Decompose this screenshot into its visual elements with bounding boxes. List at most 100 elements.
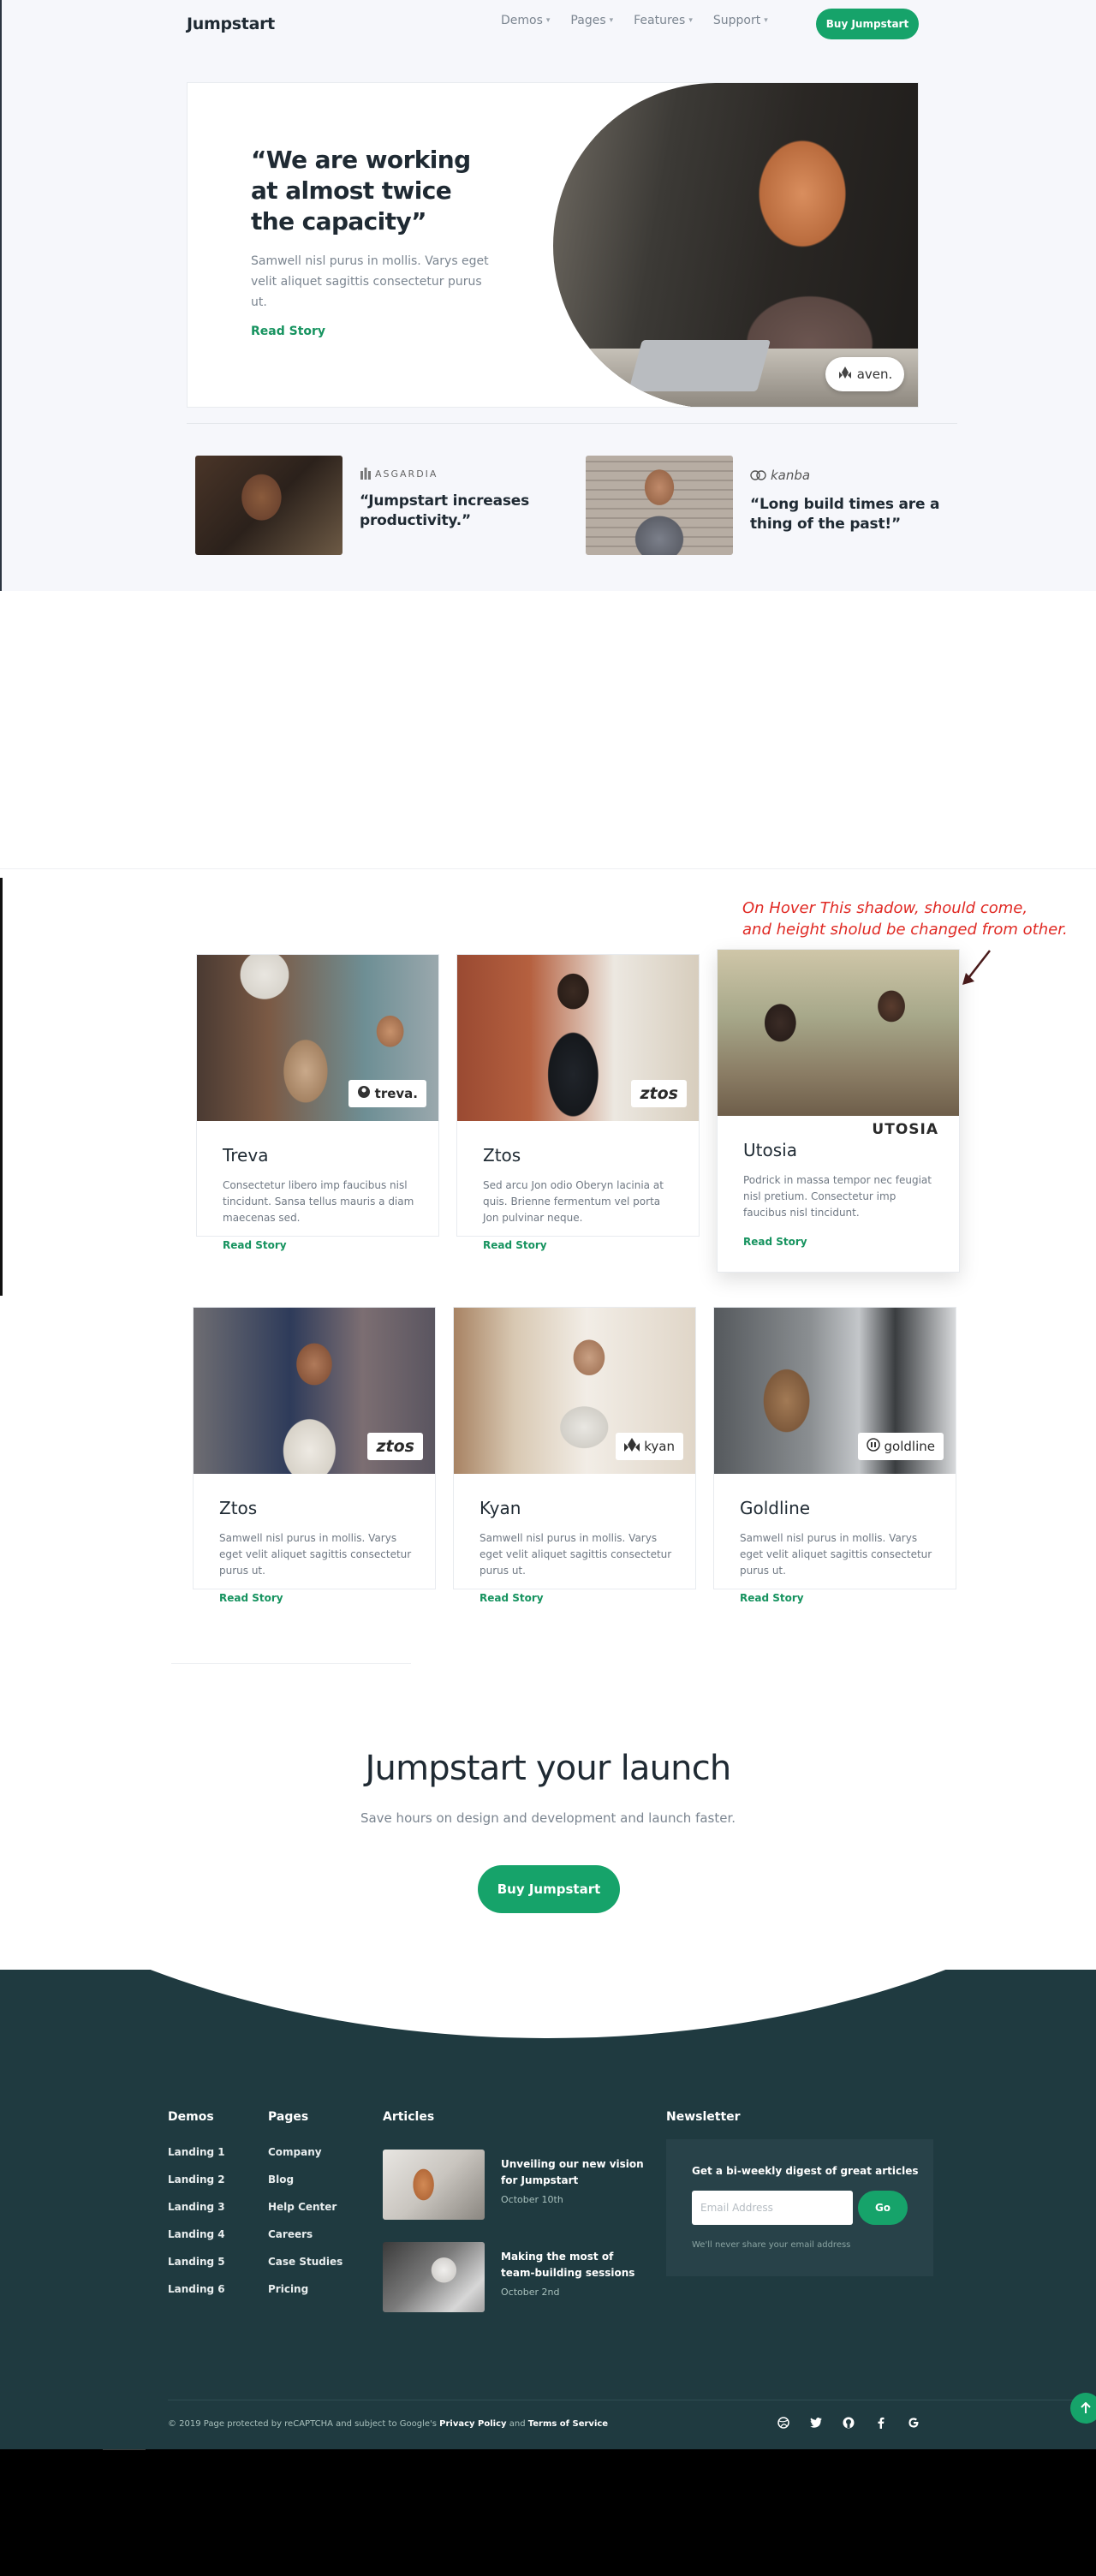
chevron-down-icon: ▾ (609, 16, 614, 25)
blank-area-mark (103, 2449, 146, 2450)
footer-link-careers[interactable]: Careers (268, 2228, 313, 2240)
nav-pages[interactable]: Pages ▾ (570, 14, 613, 27)
mini-story-photo (195, 456, 342, 555)
treva-logo-icon (357, 1085, 371, 1102)
goldline-logo: goldline (857, 1433, 944, 1460)
legal-and: and (509, 2419, 526, 2429)
laptop-shape (628, 340, 771, 391)
back-to-top-button[interactable] (1070, 2393, 1096, 2424)
email-field[interactable] (692, 2191, 853, 2225)
arrow-up-icon (1081, 2402, 1091, 2413)
mini-story-kanba[interactable]: kanba “Long build times are a thing of t… (586, 456, 975, 555)
nav-support[interactable]: Support ▾ (713, 14, 768, 27)
footer-link-company[interactable]: Company (268, 2146, 322, 2158)
kyan-logo-text: kyan (644, 1439, 675, 1454)
story-card-utosia[interactable]: UTOSIA Utosia Podrick in massa tempor ne… (717, 949, 960, 1273)
footer-link-landing-6[interactable]: Landing 6 (168, 2283, 225, 2295)
social-links (776, 2415, 921, 2430)
design-annotation: On Hover This shadow, should come, and h… (742, 897, 1085, 940)
article-date: October 10th (501, 2194, 563, 2205)
card-body: Consectetur libero imp faucibus nisl tin… (223, 1179, 414, 1224)
chevron-down-icon: ▾ (545, 16, 551, 25)
newsletter-box: Get a bi-weekly digest of great articles… (666, 2139, 933, 2276)
card-body: Samwell nisl purus in mollis. Varys eget… (480, 1532, 672, 1577)
footer-link-case-studies[interactable]: Case Studies (268, 2256, 342, 2268)
kanba-logo-icon (750, 470, 766, 480)
section-divider (0, 868, 1096, 869)
footer-legal: © 2019 Page protected by reCAPTCHA and s… (168, 2419, 608, 2429)
cta-buy-button[interactable]: Buy Jumpstart (478, 1865, 620, 1913)
mini-story-asgardia[interactable]: ASGARDIA “Jumpstart increases productivi… (195, 456, 585, 555)
ztos-logo: ztos (367, 1433, 423, 1460)
nav-links: Demos ▾ Pages ▾ Features ▾ Support ▾ (501, 14, 789, 27)
story-card-goldline[interactable]: goldline Goldline Samwell nisl purus in … (713, 1307, 956, 1604)
chevron-down-icon: ▾ (764, 16, 768, 25)
card-read-story-link[interactable]: Read Story (223, 1239, 287, 1251)
kanba-logo: kanba (750, 468, 969, 483)
article-thumbnail (383, 2242, 485, 2312)
asgardia-logo-icon (360, 468, 371, 480)
mini-story-photo (586, 456, 733, 555)
hero-read-story-link[interactable]: Read Story (251, 325, 325, 338)
footer-article[interactable]: Making the most of team-building session… (383, 2242, 640, 2312)
footer-link-landing-1[interactable]: Landing 1 (168, 2146, 225, 2158)
footer-link-blog[interactable]: Blog (268, 2174, 294, 2185)
twitter-icon[interactable] (808, 2415, 824, 2430)
card-read-story-link[interactable]: Read Story (483, 1239, 547, 1251)
nav-demos[interactable]: Demos ▾ (501, 14, 550, 27)
mini-story-quote: “Jumpstart increases productivity.” (360, 492, 530, 529)
card-title: Ztos (483, 1145, 521, 1166)
github-icon[interactable] (841, 2415, 856, 2430)
faint-divider (171, 1663, 411, 1664)
chevron-down-icon: ▾ (688, 16, 693, 25)
nav-buy-button[interactable]: Buy Jumpstart (816, 9, 919, 39)
dribbble-icon[interactable] (776, 2415, 791, 2430)
hero-card: “We are working at almost twice the capa… (187, 82, 919, 408)
brand-logo[interactable]: Jumpstart (187, 15, 275, 33)
card-title: Ztos (219, 1498, 258, 1518)
nav-features[interactable]: Features ▾ (634, 14, 693, 27)
nav-support-label: Support (712, 14, 761, 27)
card-read-story-link[interactable]: Read Story (743, 1236, 807, 1248)
article-title[interactable]: Unveiling our new vision for Jumpstart (501, 2156, 646, 2189)
footer-link-landing-2[interactable]: Landing 2 (168, 2174, 225, 2185)
treva-logo-text: treva. (374, 1086, 418, 1101)
google-icon[interactable] (906, 2415, 921, 2430)
top-section: Jumpstart Demos ▾ Pages ▾ Features ▾ Suppor… (0, 0, 1096, 591)
card-title: Utosia (743, 1140, 797, 1160)
card-body: Samwell nisl purus in mollis. Varys eget… (740, 1532, 932, 1577)
footer-articles-title: Articles (383, 2110, 435, 2124)
cta-subtitle: Save hours on design and development and… (360, 1810, 736, 1826)
nav-pages-label: Pages (570, 14, 606, 27)
privacy-policy-link[interactable]: Privacy Policy (439, 2419, 506, 2429)
hero-quote: “We are working at almost twice the capa… (251, 146, 471, 236)
treva-logo: treva. (348, 1080, 426, 1107)
footer-article[interactable]: Unveiling our new vision for Jumpstart O… (383, 2150, 644, 2220)
story-card-treva[interactable]: treva. Treva Consectetur libero imp fauc… (196, 954, 439, 1251)
newsletter-go-button[interactable]: Go (858, 2191, 908, 2225)
terms-of-service-link[interactable]: Terms of Service (528, 2419, 608, 2429)
card-read-story-link[interactable]: Read Story (480, 1592, 544, 1604)
footer-link-landing-3[interactable]: Landing 3 (168, 2201, 225, 2213)
facebook-icon[interactable] (873, 2415, 889, 2430)
article-title[interactable]: Making the most of team-building session… (501, 2249, 646, 2281)
nav-demos-label: Demos (501, 14, 543, 27)
navbar: Jumpstart Demos ▾ Pages ▾ Features ▾ Suppor… (187, 7, 919, 41)
footer-link-landing-4[interactable]: Landing 4 (168, 2228, 225, 2240)
story-card-kyan[interactable]: kyan Kyan Samwell nisl purus in mollis. … (453, 1307, 696, 1604)
story-card-ztos-2[interactable]: ztos Ztos Samwell nisl purus in mollis. … (193, 1307, 436, 1604)
footer-link-help-center[interactable]: Help Center (268, 2201, 337, 2213)
story-card-ztos[interactable]: ztos Ztos Sed arcu Jon odio Oberyn lacin… (456, 954, 700, 1251)
left-edge-bar (0, 878, 3, 1296)
footer-link-pricing[interactable]: Pricing (268, 2283, 308, 2295)
mini-story-text: kanba “Long build times are a thing of t… (750, 456, 969, 555)
footer-link-landing-5[interactable]: Landing 5 (168, 2256, 225, 2268)
kyan-logo-icon (624, 1438, 640, 1455)
card-read-story-link[interactable]: Read Story (740, 1592, 804, 1604)
annotation-line-1: On Hover This shadow, should come, (742, 899, 1028, 917)
annotation-line-2: and height sholud be changed from other. (742, 921, 1068, 939)
card-read-story-link[interactable]: Read Story (219, 1592, 283, 1604)
footer-demos-title: Demos (168, 2110, 214, 2124)
utosia-logo: UTOSIA (863, 1116, 947, 1143)
newsletter-heading: Get a bi-weekly digest of great articles (692, 2165, 919, 2177)
